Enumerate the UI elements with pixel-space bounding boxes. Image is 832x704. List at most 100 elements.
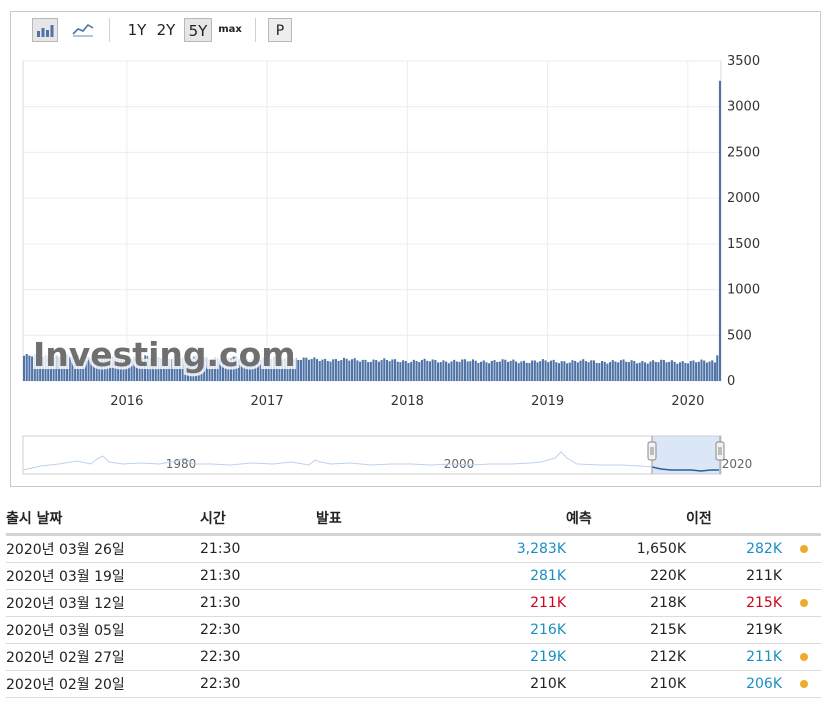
bar	[533, 360, 536, 381]
forecast-cell: 218K	[566, 589, 686, 617]
bar	[638, 362, 641, 381]
x-tick-label: 2020	[671, 394, 704, 409]
x-tick-label: 2017	[251, 394, 284, 409]
previous-cell: 215K	[686, 589, 786, 617]
navigator-right-handle[interactable]	[715, 441, 725, 461]
bar	[342, 357, 345, 381]
header-actual[interactable]: 발표	[316, 503, 566, 536]
bar	[568, 362, 571, 381]
forecast-cell: 212K	[566, 643, 686, 671]
bar	[509, 360, 512, 381]
header-time[interactable]: 시간	[186, 503, 316, 536]
revision-dot-icon[interactable]	[799, 599, 808, 607]
y-axis: 3500 3000 2500 2000 1500 1000 500 0	[727, 54, 760, 389]
bar	[665, 362, 668, 381]
previous-cell: 282K	[686, 534, 786, 563]
bar	[383, 358, 386, 381]
navigator-left-handle[interactable]	[647, 441, 657, 461]
bar	[412, 359, 415, 381]
bar	[622, 359, 625, 381]
bar	[692, 360, 695, 381]
bar	[498, 361, 501, 381]
bar	[396, 361, 399, 381]
bar	[329, 361, 332, 381]
bar	[25, 353, 28, 381]
bar	[619, 360, 622, 381]
bar	[453, 359, 456, 381]
actual-cell: 281K	[316, 562, 566, 590]
previous-cell: 206K	[686, 670, 786, 698]
bar	[480, 361, 483, 381]
header-previous[interactable]: 이전	[686, 503, 786, 536]
watermark: Investing.com Investing.com	[30, 332, 299, 377]
navigator-selection[interactable]	[652, 436, 720, 474]
y-tick-label: 1500	[727, 237, 760, 252]
bar	[673, 361, 676, 381]
bar	[646, 363, 649, 381]
watermark-text: Investing.com	[33, 335, 296, 374]
bar	[641, 360, 644, 381]
bar	[375, 360, 378, 381]
bar	[307, 359, 311, 381]
bar	[687, 363, 690, 381]
bar	[463, 359, 466, 381]
bar	[506, 361, 509, 381]
revision-dot-icon[interactable]	[799, 680, 808, 688]
bar	[345, 358, 348, 381]
bar	[549, 360, 552, 381]
bar	[337, 360, 340, 381]
bar	[469, 361, 472, 381]
bar	[595, 362, 598, 381]
bar	[297, 360, 300, 381]
time-cell: 21:30	[186, 562, 316, 590]
bar	[426, 360, 429, 381]
bar	[391, 359, 394, 381]
bar	[700, 359, 703, 381]
bar	[557, 363, 561, 381]
revision-dot-icon[interactable]	[799, 545, 808, 553]
bar	[299, 359, 302, 381]
bar	[367, 362, 370, 381]
bar	[555, 362, 558, 381]
bar	[318, 361, 321, 381]
bar	[455, 361, 458, 381]
navigator-year-label: 2020	[722, 457, 753, 471]
bar	[437, 362, 440, 381]
bar	[676, 363, 679, 381]
bar	[711, 360, 714, 381]
revision-cell	[786, 616, 821, 644]
forecast-cell: 215K	[566, 616, 686, 644]
bar	[662, 359, 665, 381]
revision-dot-icon[interactable]	[799, 653, 808, 661]
bar	[466, 361, 469, 381]
chart-panel: 1Y 2Y 5Y max P 3500 3000 2500 2000 1500 1000 5…	[10, 11, 821, 487]
bar	[523, 360, 526, 381]
revision-cell	[786, 670, 821, 698]
header-release-date[interactable]: 출시 날짜	[6, 503, 186, 536]
release-date-cell: 2020년 03월 26일	[6, 534, 186, 563]
bar	[678, 362, 682, 381]
bar-latest	[716, 355, 719, 381]
bar	[361, 359, 364, 381]
bar	[439, 362, 442, 381]
y-tick-label: 3000	[727, 100, 760, 115]
y-tick-label: 2000	[727, 191, 760, 206]
forecast-cell: 220K	[566, 562, 686, 590]
bar	[544, 360, 547, 381]
bar	[681, 361, 684, 381]
bar	[684, 362, 687, 381]
bar	[447, 363, 450, 381]
bar	[442, 360, 445, 381]
bar	[705, 362, 708, 381]
bar	[496, 361, 499, 381]
bar	[649, 361, 652, 381]
bar	[689, 360, 692, 381]
bar	[703, 360, 706, 381]
previous-cell: 211K	[686, 562, 786, 590]
bar	[541, 359, 544, 381]
bar	[482, 360, 485, 381]
bar	[332, 359, 335, 381]
header-forecast[interactable]: 예측	[566, 503, 686, 536]
history-table: 출시 날짜 시간 발표 예측 이전 2020년 03월 26일 21:30 3,28…	[6, 503, 821, 698]
bar	[614, 361, 617, 381]
